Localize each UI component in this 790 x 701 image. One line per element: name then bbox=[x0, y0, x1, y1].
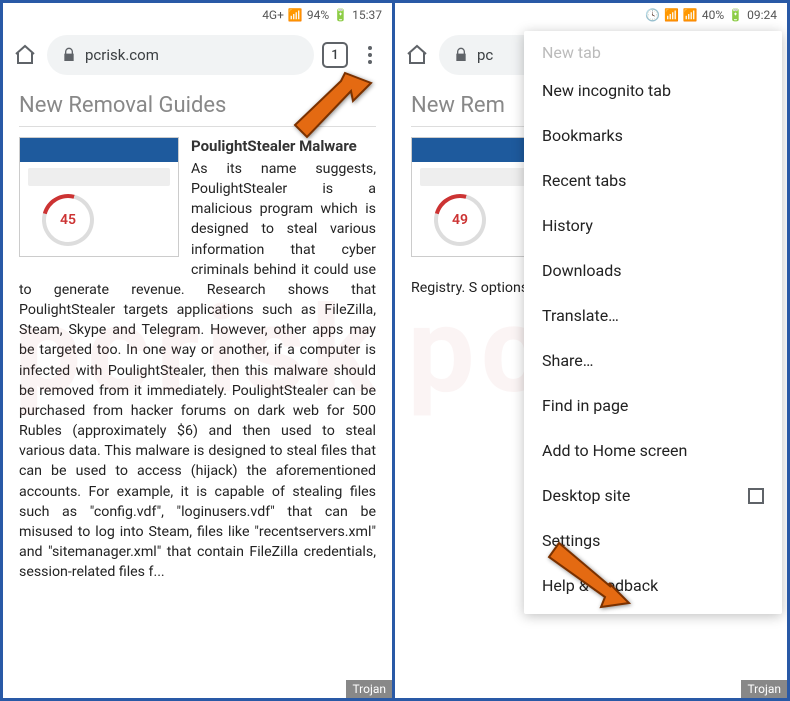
menu-item-new-incognito[interactable]: New incognito tab bbox=[524, 68, 782, 113]
signal-icon: 📶 bbox=[683, 8, 698, 22]
alarm-icon: 🕓 bbox=[645, 8, 660, 22]
lock-icon bbox=[61, 47, 77, 63]
category-tag: Trojan bbox=[741, 680, 787, 698]
menu-item-add-home[interactable]: Add to Home screen bbox=[524, 428, 782, 473]
home-icon[interactable] bbox=[11, 41, 39, 69]
category-tag: Trojan bbox=[346, 680, 392, 698]
time-label: 15:37 bbox=[352, 8, 382, 22]
menu-item-translate[interactable]: Translate… bbox=[524, 293, 782, 338]
menu-item-downloads[interactable]: Downloads bbox=[524, 248, 782, 293]
article: 45 PoulightStealer Malware As its name s… bbox=[19, 137, 376, 582]
battery-label: 94% bbox=[307, 8, 329, 22]
network-label: 4G+ bbox=[262, 8, 284, 22]
url-bar[interactable]: pcrisk.com bbox=[47, 35, 314, 75]
url-text: pcrisk.com bbox=[85, 46, 159, 64]
page-content: New Removal Guides 45 PoulightStealer Ma… bbox=[3, 83, 392, 592]
menu-item-bookmarks[interactable]: Bookmarks bbox=[524, 113, 782, 158]
left-screenshot: 4G+ 📶 94% 🔋 15:37 pcrisk.com 1 New Remov… bbox=[3, 3, 395, 698]
menu-item-recent-tabs[interactable]: Recent tabs bbox=[524, 158, 782, 203]
lock-icon bbox=[453, 47, 469, 63]
time-label: 09:24 bbox=[747, 8, 777, 22]
menu-item-find-in-page[interactable]: Find in page bbox=[524, 383, 782, 428]
signal-icon: 📶 bbox=[288, 8, 303, 22]
desktop-site-checkbox[interactable] bbox=[748, 488, 764, 504]
article-thumbnail: 45 bbox=[19, 137, 179, 257]
wifi-icon: 📶 bbox=[664, 8, 679, 22]
menu-item-desktop-site[interactable]: Desktop site bbox=[524, 473, 782, 518]
battery-icon: 🔋 bbox=[333, 8, 348, 22]
url-text: pc bbox=[477, 46, 493, 64]
menu-item-new-tab[interactable]: New tab bbox=[524, 37, 782, 68]
battery-icon: 🔋 bbox=[728, 8, 743, 22]
arrow-to-settings bbox=[535, 527, 635, 631]
menu-item-history[interactable]: History bbox=[524, 203, 782, 248]
arrow-to-menu-icon bbox=[285, 65, 375, 159]
right-screenshot: 🕓 📶 📶 40% 🔋 09:24 pc New Rem 49 bbox=[395, 3, 787, 698]
menu-item-share[interactable]: Share… bbox=[524, 338, 782, 383]
status-bar: 4G+ 📶 94% 🔋 15:37 bbox=[3, 3, 392, 27]
home-icon[interactable] bbox=[403, 41, 431, 69]
battery-label: 40% bbox=[702, 8, 724, 22]
status-bar: 🕓 📶 📶 40% 🔋 09:24 bbox=[395, 3, 787, 27]
